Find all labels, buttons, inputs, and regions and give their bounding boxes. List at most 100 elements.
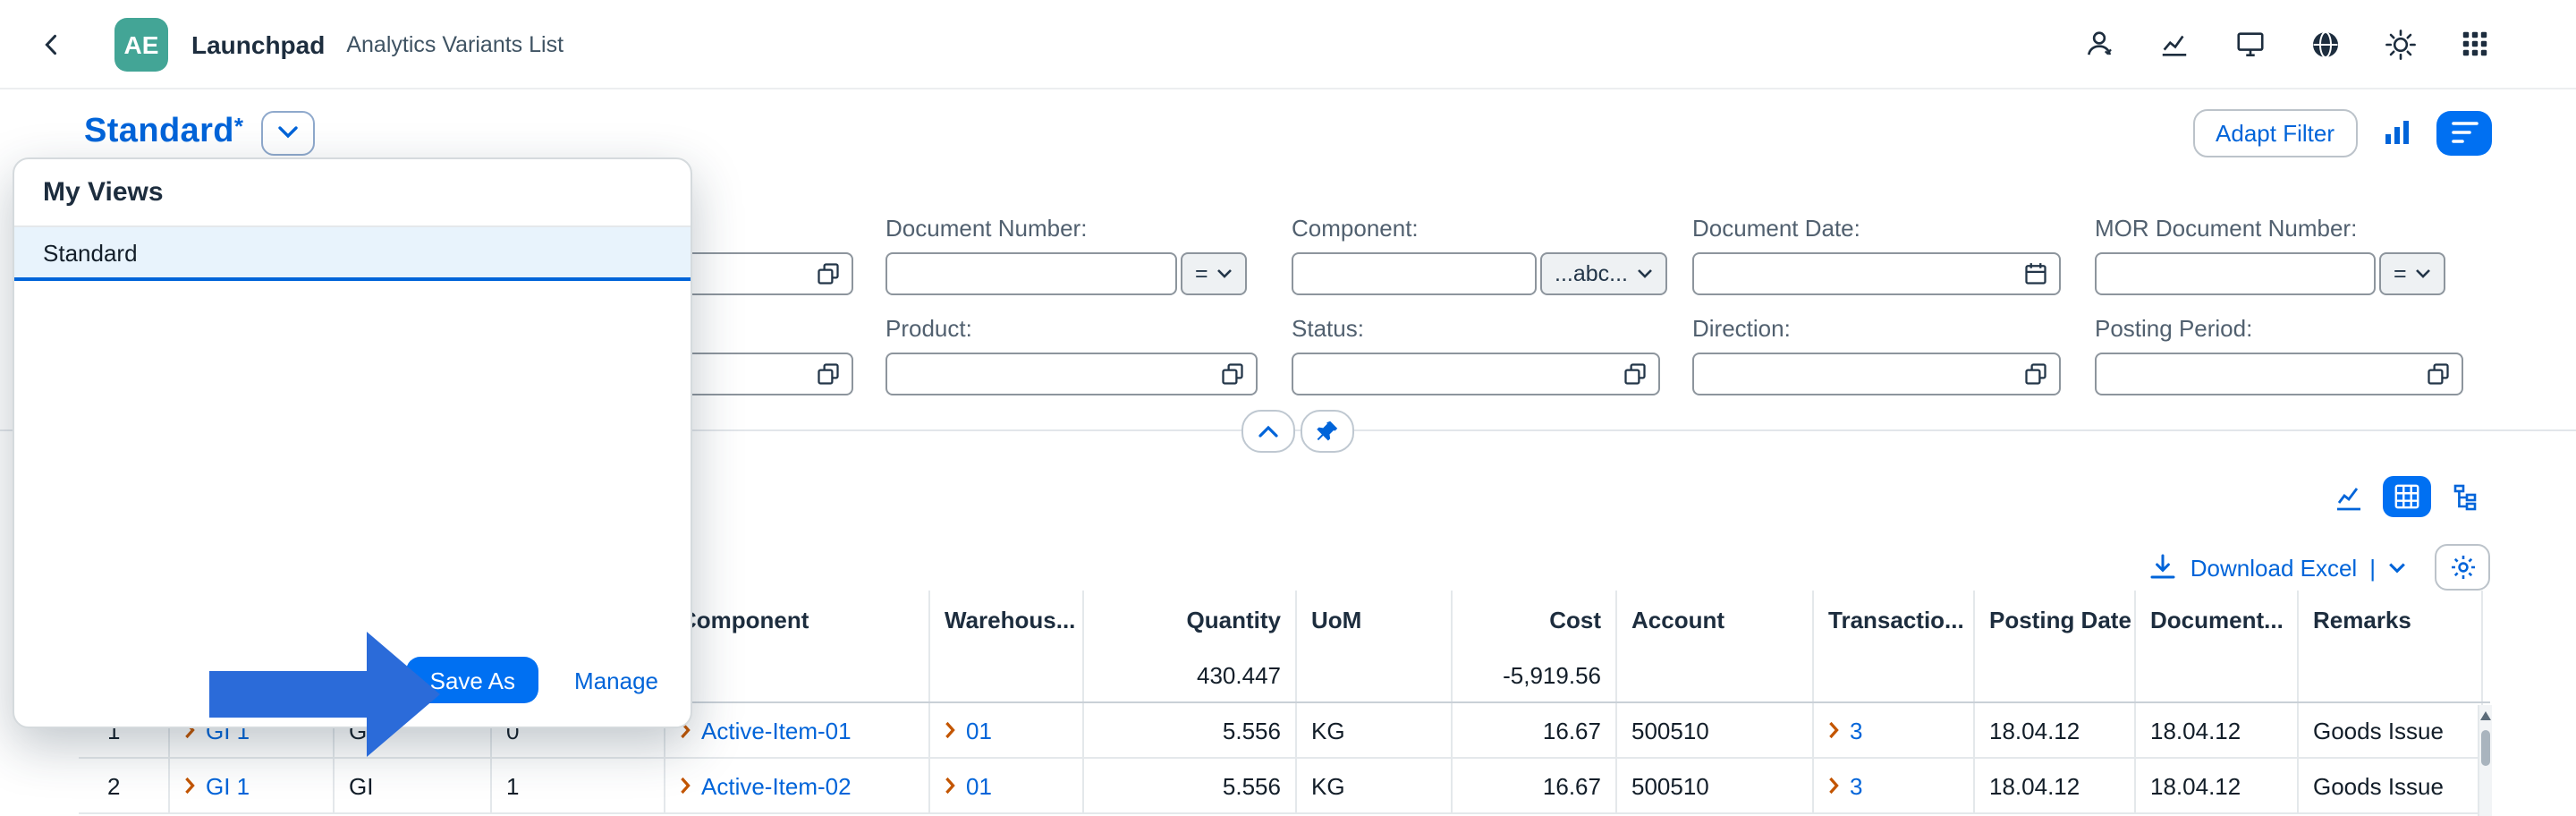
display-icon[interactable] [2233, 27, 2267, 61]
scroll-thumb[interactable] [2481, 730, 2490, 766]
view-item-standard[interactable]: Standard [14, 227, 691, 281]
app-grid-icon[interactable] [2458, 27, 2492, 61]
filter-input-document-number[interactable] [886, 252, 1177, 295]
filter-condition-mor-document-number[interactable]: = [2379, 252, 2446, 295]
cell-link-doc[interactable]: GI 1 [170, 759, 335, 812]
filter-input-document-date[interactable] [1692, 252, 2061, 295]
column-header-transaction: Transactio... [1814, 591, 1975, 648]
cell-link-warehouse[interactable]: 01 [930, 703, 1084, 757]
cell-remarks: Goods Issue [2299, 703, 2483, 757]
grid-view-button[interactable] [2383, 476, 2431, 517]
value-help-icon[interactable] [2023, 361, 2048, 387]
cell-link-component[interactable]: Active-Item-01 [665, 703, 930, 757]
calendar-icon[interactable] [2023, 261, 2048, 286]
value-help-icon[interactable] [1623, 361, 1648, 387]
download-icon [2149, 553, 2178, 582]
cell-cost: 16.67 [1453, 703, 1617, 757]
shellbar: AE Launchpad Analytics Variants List [0, 0, 2576, 89]
cell-remarks: Goods Issue [2299, 759, 2483, 812]
filter-condition-document-number[interactable]: = [1181, 252, 1248, 295]
tree-view-icon [2452, 482, 2480, 511]
variant-title[interactable]: Standard* [84, 113, 243, 152]
gear-icon [2448, 553, 2477, 582]
total-component [665, 648, 930, 701]
app-logo: AE [114, 17, 168, 71]
variant-menu-button[interactable] [261, 110, 315, 155]
filter-label-document-date: Document Date: [1692, 215, 1860, 242]
cell-quantity: 5.556 [1084, 759, 1297, 812]
filter-input-direction[interactable] [1692, 353, 2061, 395]
chart-view-icon [2334, 482, 2362, 511]
manage-link[interactable]: Manage [574, 667, 658, 693]
nav-chevron-icon [945, 777, 957, 795]
scroll-up-icon[interactable] [2479, 710, 2492, 723]
header-actions: Adapt Filter [2192, 108, 2492, 157]
chevron-down-icon [1217, 268, 1233, 279]
filter-label-product: Product: [886, 315, 972, 342]
filter-label-document-number: Document Number: [886, 215, 1087, 242]
popover-title: My Views [14, 159, 691, 227]
adapt-filter-button[interactable]: Adapt Filter [2192, 108, 2358, 157]
filter-input-component[interactable] [1292, 252, 1537, 295]
pin-icon [1315, 419, 1340, 444]
cell-document_date: 18.04.12 [2136, 759, 2299, 812]
filter-input-product[interactable] [886, 353, 1258, 395]
filter-condition-component[interactable]: ...abc... [1540, 252, 1667, 295]
filter-bar-toggle-button[interactable] [2436, 110, 2492, 155]
cell-link-component[interactable]: Active-Item-02 [665, 759, 930, 812]
total-transaction [1814, 648, 1975, 701]
total-quantity: 430.447 [1084, 648, 1297, 701]
value-help-icon[interactable] [2426, 361, 2451, 387]
chart-view-button[interactable] [2324, 476, 2372, 517]
cell-link-transaction[interactable]: 3 [1814, 759, 1975, 812]
back-button[interactable] [29, 21, 75, 67]
filter-input-mor-document-number[interactable] [2095, 252, 2376, 295]
line-chart-icon[interactable] [2157, 27, 2191, 61]
filter-input-status[interactable] [1292, 353, 1660, 395]
collapse-filter-button[interactable] [1241, 410, 1295, 453]
cell-item: 1 [492, 759, 665, 812]
view-switch [2324, 476, 2490, 517]
chevron-down-icon [277, 125, 299, 140]
value-help-icon[interactable] [816, 261, 841, 286]
grid-view-icon [2394, 483, 2420, 510]
cell-account: 500510 [1617, 703, 1814, 757]
user-icon[interactable] [2082, 27, 2116, 61]
cell-quantity: 5.556 [1084, 703, 1297, 757]
total-warehouse [930, 648, 1084, 701]
filter-label-status: Status: [1292, 315, 1364, 342]
value-help-icon[interactable] [816, 361, 841, 387]
separator: | [2369, 554, 2376, 581]
chevron-down-icon [2416, 268, 2432, 279]
column-header-uom: UoM [1297, 591, 1453, 648]
column-header-warehouse: Warehous... [930, 591, 1084, 648]
cell-account: 500510 [1617, 759, 1814, 812]
cell-link-warehouse[interactable]: 01 [930, 759, 1084, 812]
cell-uom: KG [1297, 759, 1453, 812]
cell-link-transaction[interactable]: 3 [1814, 703, 1975, 757]
filter-input-posting-period[interactable] [2095, 353, 2463, 395]
nav-chevron-icon [680, 777, 692, 795]
cell-cost: 16.67 [1453, 759, 1617, 812]
popover-footer: Save As Manage [14, 639, 691, 727]
chevron-left-icon [39, 31, 64, 56]
table-settings-button[interactable] [2435, 544, 2490, 591]
cell-type: GI [335, 759, 492, 812]
column-header-quantity: Quantity [1084, 591, 1297, 648]
tree-view-button[interactable] [2442, 476, 2490, 517]
value-help-icon[interactable] [1220, 361, 1245, 387]
sun-icon[interactable] [2383, 27, 2417, 61]
save-as-button[interactable]: Save As [407, 657, 538, 703]
table-row[interactable]: 2GI 1GI1Active-Item-02015.556KG16.675005… [79, 759, 2490, 814]
download-excel-button[interactable]: Download Excel | [2149, 553, 2406, 582]
column-chart-icon[interactable] [2374, 110, 2420, 155]
vertical-scrollbar[interactable] [2478, 705, 2492, 816]
filter-label-posting-period: Posting Period: [2095, 315, 2252, 342]
globe-icon[interactable] [2308, 27, 2342, 61]
pin-filter-button[interactable] [1301, 410, 1354, 453]
cell-document_date: 18.04.12 [2136, 703, 2299, 757]
nav-chevron-icon [945, 721, 957, 739]
column-header-cost: Cost [1453, 591, 1617, 648]
chevron-down-icon[interactable] [2388, 561, 2406, 574]
my-views-popover: My Views Standard Save As Manage [13, 157, 692, 728]
